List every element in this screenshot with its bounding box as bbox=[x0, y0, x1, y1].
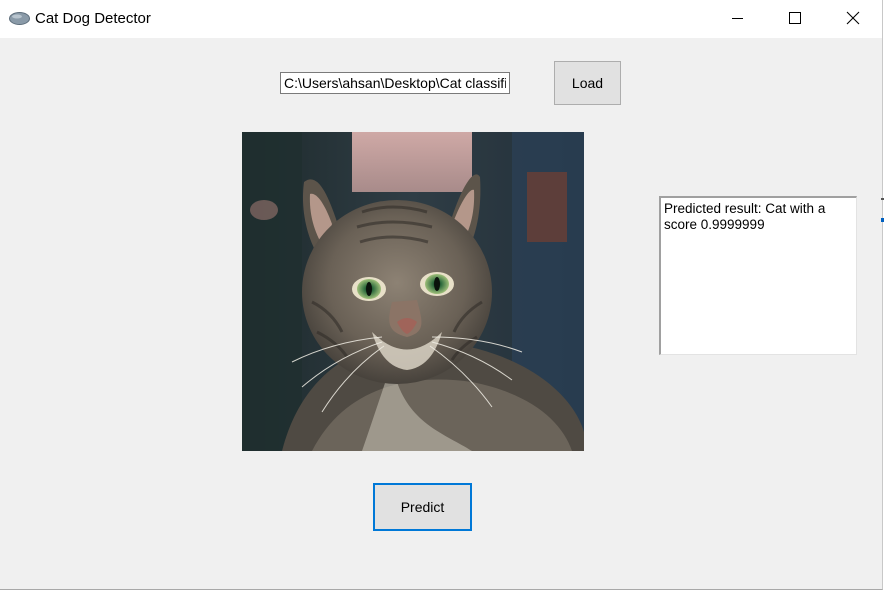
window-title: Cat Dog Detector bbox=[35, 10, 151, 27]
minimize-button[interactable] bbox=[708, 0, 766, 38]
maximize-icon bbox=[789, 12, 801, 24]
app-icon bbox=[9, 12, 30, 25]
file-path-input[interactable] bbox=[280, 72, 510, 94]
app-window: Cat Dog Detector Load bbox=[0, 0, 883, 590]
load-button[interactable]: Load bbox=[554, 61, 621, 105]
maximize-button[interactable] bbox=[766, 0, 824, 38]
cat-photo bbox=[242, 132, 584, 451]
close-icon bbox=[846, 11, 860, 25]
minimize-icon bbox=[732, 18, 743, 19]
image-preview bbox=[242, 132, 584, 451]
predict-button[interactable]: Predict bbox=[373, 483, 472, 531]
title-bar[interactable]: Cat Dog Detector bbox=[0, 0, 882, 38]
close-button[interactable] bbox=[824, 0, 882, 38]
prediction-result-textbox[interactable]: Predicted result: Cat with a score 0.999… bbox=[659, 196, 857, 355]
